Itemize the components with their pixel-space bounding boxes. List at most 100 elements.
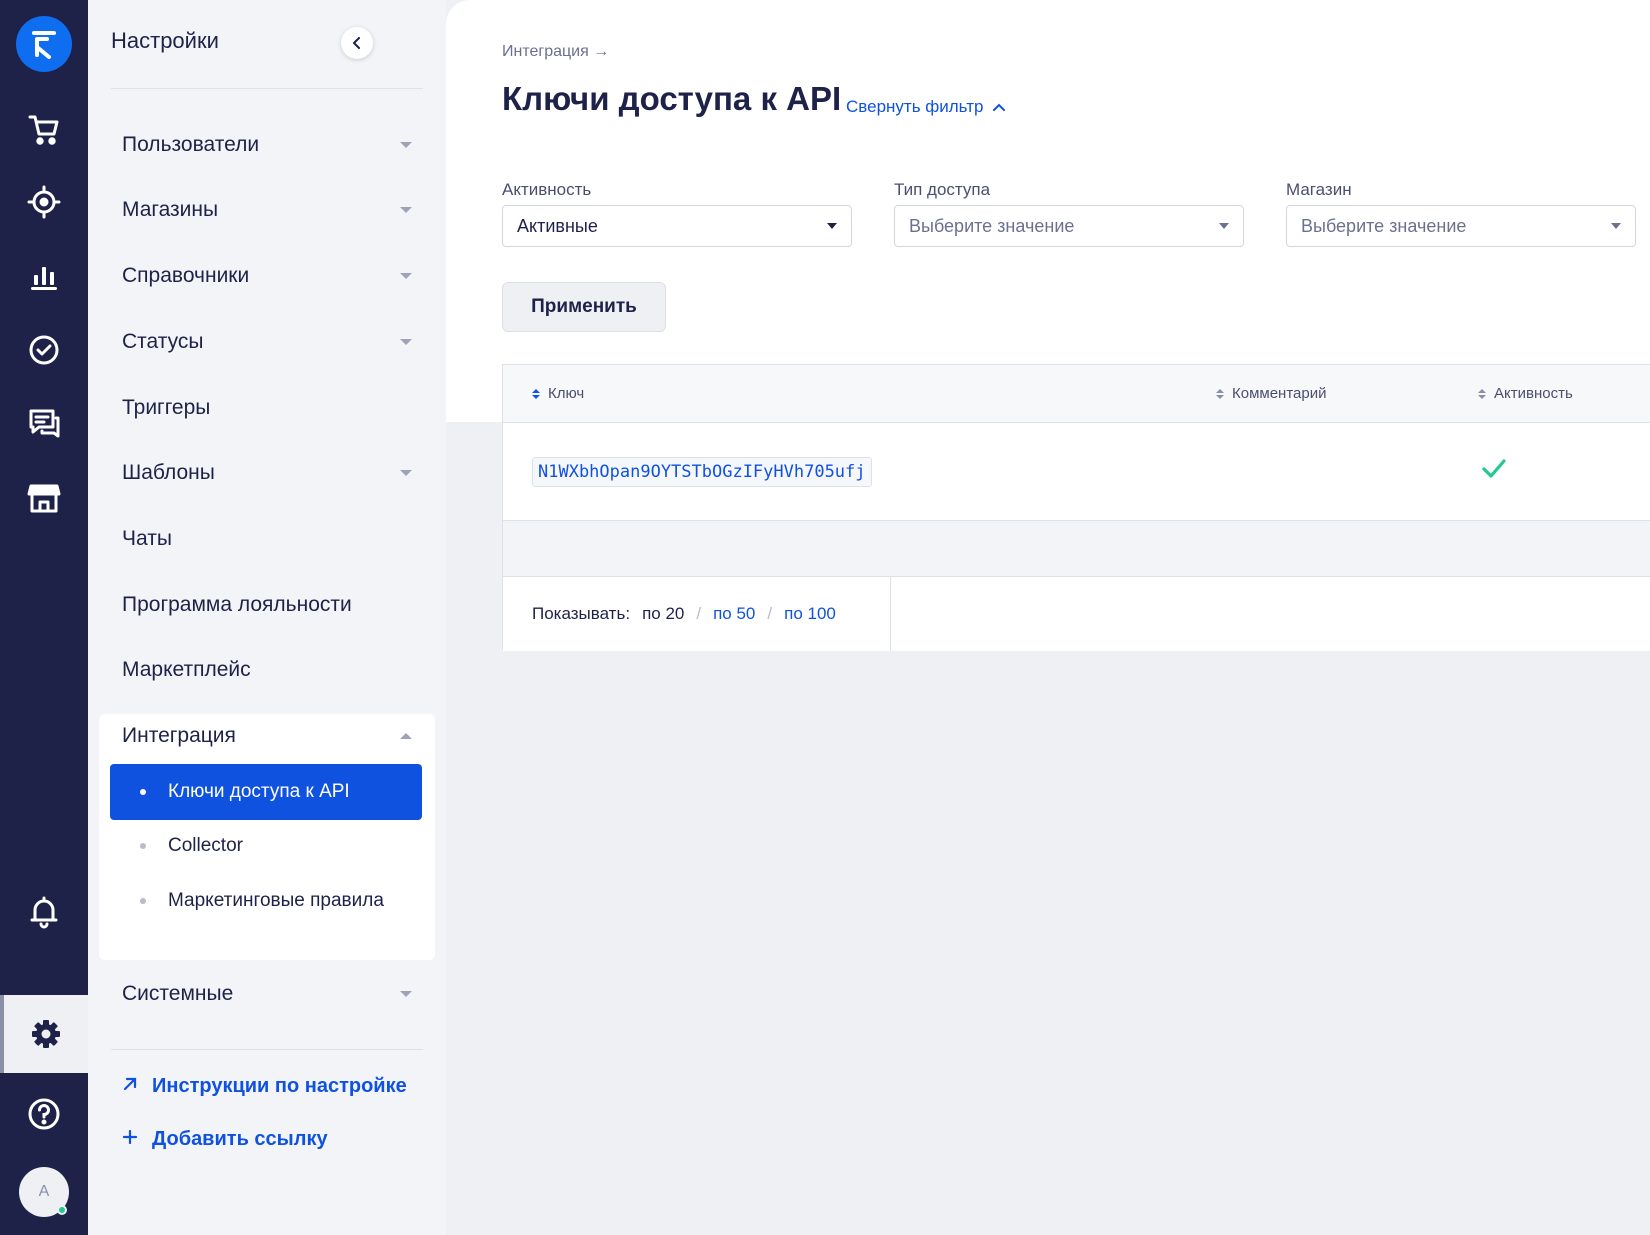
gear-icon[interactable] (0, 995, 88, 1073)
link-label: Добавить ссылку (152, 1128, 328, 1150)
separator: / (696, 604, 702, 623)
add-link-button[interactable]: Добавить ссылку (122, 1128, 328, 1151)
arrow-up-right-icon (122, 1075, 152, 1098)
table-header: Ключ Комментарий Активность (503, 365, 1650, 423)
table-spacer (503, 521, 1650, 577)
table-footer: Показывать: по 20 / по 50 / по 100 (503, 577, 1650, 651)
apply-button[interactable]: Применить (502, 282, 666, 332)
api-keys-table: Ключ Комментарий Активность N1WXbhOpan9O… (502, 364, 1650, 651)
main-nav-rail: A (0, 0, 88, 1235)
table-row: N1WXbhOpan9OYTSTbOGzIFyHVh705ufj (503, 423, 1650, 521)
sort-icon (1216, 388, 1224, 399)
dropdown-arrow-icon (1219, 223, 1229, 229)
store-select[interactable]: Выберите значение (1286, 205, 1636, 247)
bullet-icon (140, 898, 146, 904)
dropdown-arrow-icon (1611, 223, 1621, 229)
online-status-dot (57, 1205, 67, 1215)
sidebar-item-integration[interactable]: Интеграция (110, 712, 422, 760)
sidebar-item-label: Справочники (122, 264, 250, 287)
sidebar-item-label: Интеграция (122, 724, 236, 747)
chevron-up-icon (993, 103, 1006, 111)
column-label: Активность (1494, 385, 1573, 402)
avatar[interactable]: A (19, 1167, 69, 1217)
sidebar-item-users[interactable]: Пользователи (110, 121, 422, 169)
sidebar-item-label: Программа лояльности (122, 593, 352, 616)
link-label: Инструкции по настройке (152, 1075, 407, 1097)
dropdown-arrow-icon (827, 223, 837, 229)
select-placeholder: Выберите значение (909, 215, 1075, 236)
tasks-icon[interactable] (0, 311, 88, 389)
sidebar-item-stores[interactable]: Магазины (110, 186, 422, 234)
column-label: Ключ (548, 385, 585, 402)
column-header-key[interactable]: Ключ (532, 385, 584, 402)
activity-select[interactable]: Активные (502, 205, 852, 247)
toggle-filter-label: Свернуть фильтр (846, 97, 984, 116)
sidebar-item-label: Пользователи (122, 133, 260, 156)
column-header-comment[interactable]: Комментарий (1216, 385, 1326, 402)
chevron-down-icon (400, 339, 412, 345)
target-icon[interactable] (0, 163, 88, 241)
select-placeholder: Выберите значение (1301, 215, 1467, 236)
sidebar-item-label: Маркетплейс (122, 658, 251, 681)
sidebar-item-label: Шаблоны (122, 461, 215, 484)
select-value: Активные (517, 215, 598, 236)
sidebar-item-references[interactable]: Справочники (110, 252, 422, 300)
page-title: Ключи доступа к API (502, 80, 842, 117)
bell-icon[interactable] (0, 873, 88, 951)
access-type-select[interactable]: Выберите значение (894, 205, 1244, 247)
setup-instructions-link[interactable]: Инструкции по настройке (122, 1075, 407, 1098)
chevron-down-icon (400, 273, 412, 279)
sidebar-item-label: Магазины (122, 198, 219, 221)
sort-icon (532, 388, 540, 399)
breadcrumb[interactable]: Интеграция → (502, 43, 609, 61)
column-header-activity[interactable]: Активность (1478, 385, 1573, 402)
sidebar-item-marketplace[interactable]: Маркетплейс (110, 646, 422, 694)
sidebar-item-label: Системные (122, 982, 234, 1005)
sidebar-item-triggers[interactable]: Триггеры (110, 384, 422, 432)
page-size-option-100[interactable]: по 100 (784, 604, 836, 624)
main-content: Интеграция → Ключи доступа к API Свернут… (446, 0, 1650, 1235)
avatar-letter: A (38, 1183, 50, 1200)
analytics-icon[interactable] (0, 237, 88, 315)
sidebar-subitem-api-keys[interactable]: Ключи доступа к API (110, 764, 422, 820)
sidebar-item-chats[interactable]: Чаты (110, 515, 422, 563)
sidebar-item-templates[interactable]: Шаблоны (110, 449, 422, 497)
sidebar-subitem-collector[interactable]: Collector (110, 818, 422, 874)
toggle-filter-button[interactable]: Свернуть фильтр (846, 97, 1006, 117)
sidebar-item-statuses[interactable]: Статусы (110, 318, 422, 366)
chevron-down-icon (400, 207, 412, 213)
api-key-link[interactable]: N1WXbhOpan9OYTSTbOGzIFyHVh705ufj (532, 457, 872, 487)
page-size-option-20: по 20 (642, 604, 685, 623)
page-size-selector: Показывать: по 20 / по 50 / по 100 (503, 577, 891, 651)
chevron-up-icon (400, 733, 412, 739)
checkmark-icon (1482, 459, 1506, 478)
cart-icon[interactable] (0, 90, 88, 168)
sidebar-subitem-label: Маркетинговые правила (168, 890, 384, 911)
separator: / (767, 604, 773, 623)
collapse-sidebar-button[interactable] (341, 27, 373, 59)
chevron-left-icon (353, 37, 360, 49)
bullet-icon (140, 843, 146, 849)
logo-icon[interactable] (16, 16, 72, 72)
chevron-down-icon (400, 142, 412, 148)
plus-icon (122, 1128, 152, 1151)
sidebar-item-loyalty[interactable]: Программа лояльности (110, 581, 422, 629)
sidebar-title: Настройки (111, 28, 219, 53)
sidebar-subitem-marketing-rules[interactable]: Маркетинговые правила (110, 873, 422, 929)
page-size-option-50[interactable]: по 50 (713, 604, 755, 624)
chat-icon[interactable] (0, 385, 88, 463)
filter-label-store: Магазин (1286, 180, 1352, 199)
divider (111, 1049, 423, 1050)
store-icon[interactable] (0, 459, 88, 537)
bullet-icon (140, 789, 146, 795)
sort-icon (1478, 388, 1486, 399)
sidebar-item-label: Статусы (122, 330, 204, 353)
divider (111, 88, 423, 89)
chevron-down-icon (400, 991, 412, 997)
sidebar-subitem-label: Ключи доступа к API (168, 781, 350, 802)
sidebar-item-label: Триггеры (122, 396, 211, 419)
help-icon[interactable] (0, 1075, 88, 1153)
sidebar-item-system[interactable]: Системные (110, 970, 422, 1018)
filter-label-activity: Активность (502, 180, 592, 199)
page-size-label: Показывать: (532, 604, 631, 623)
